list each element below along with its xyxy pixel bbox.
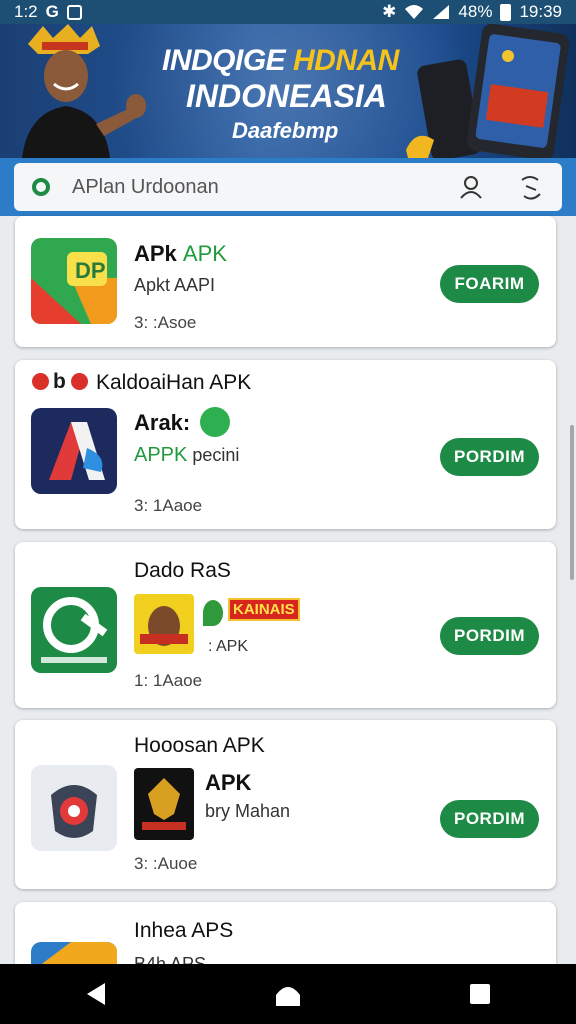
card-header: Inhea APS: [134, 919, 234, 942]
navigation-bar: [0, 964, 576, 1024]
notification-app-icon: [66, 4, 82, 20]
install-button[interactable]: PORDIM: [440, 438, 539, 476]
back-icon: [87, 983, 105, 1005]
app-icon: [31, 408, 117, 494]
apk-badge-icon: [200, 407, 230, 437]
phones-illustration: [406, 24, 570, 158]
app-icon: [31, 587, 117, 673]
app-card[interactable]: Dado RaS KAINAIS : APK 1: 1Aaoe PORDIM: [15, 542, 556, 708]
app-icon: [31, 765, 117, 851]
install-button[interactable]: PORDIM: [440, 800, 539, 838]
svg-text:DP: DP: [75, 258, 106, 283]
notification-g-icon: G: [45, 2, 59, 21]
app-meta: 1: 1Aaoe: [134, 671, 203, 690]
promo-tag: KAINAIS: [228, 598, 300, 621]
back-button[interactable]: [66, 964, 126, 1024]
home-icon: [276, 987, 300, 1006]
app-subtitle: : APK: [208, 638, 249, 655]
app-name: APK: [205, 770, 252, 795]
battery-icon: [500, 3, 512, 21]
banner-title: INDQIGE HDNAN: [162, 44, 399, 77]
home-button[interactable]: [258, 964, 318, 1024]
install-button[interactable]: PORDIM: [440, 617, 539, 655]
wifi-icon: [405, 5, 424, 19]
card-header: Hooosan APK: [134, 734, 265, 757]
app-card[interactable]: b KaldoaiHan APK Arak: APPK pecini 3: 1A…: [15, 360, 556, 529]
install-button[interactable]: FOARIM: [440, 265, 539, 303]
recents-icon: [470, 984, 490, 1004]
promo-banner[interactable]: INDQIGE HDNAN INDONEASIA Daafebmp: [0, 24, 576, 158]
status-clock: 19:39: [519, 2, 562, 21]
app-name: Arak:: [134, 410, 191, 435]
banner-subtitle: Daafebmp: [232, 118, 339, 143]
app-meta: 3: 1Aaoe: [134, 496, 203, 515]
banner-title-line2: INDONEASIA: [186, 78, 387, 114]
share-icon[interactable]: [516, 172, 546, 202]
card-header: KaldoaiHan APK: [96, 371, 252, 394]
thumbnail-image: [134, 768, 194, 840]
search-input[interactable]: APlan Urdoonan: [14, 163, 562, 211]
bluetooth-icon: ✱: [382, 2, 397, 21]
card-header: Dado RaS: [134, 559, 231, 582]
app-meta: 3: :Asoe: [134, 313, 197, 332]
battery-percent: 48%: [458, 2, 493, 21]
app-meta: 3: :Auoe: [134, 854, 198, 873]
app-subtitle: APPK pecini: [134, 444, 240, 466]
badge-icon-2: [71, 373, 88, 390]
account-icon[interactable]: [456, 172, 486, 202]
leaf-icon: [203, 600, 223, 626]
app-subtitle: bry Mahan: [205, 801, 291, 821]
presenter-illustration: [22, 24, 146, 158]
scrollbar[interactable]: [570, 425, 574, 580]
recents-button[interactable]: [450, 964, 510, 1024]
status-time-left: 1:2: [14, 2, 38, 21]
search-placeholder: APlan Urdoonan: [72, 175, 219, 198]
app-icon: DP: [31, 238, 117, 324]
search-icon: [32, 178, 50, 196]
app-name: APk APK: [134, 241, 227, 266]
app-card[interactable]: Hooosan APK APK bry Mahan 3: :Auoe PORDI…: [15, 720, 556, 889]
thumbnail-image: [134, 594, 194, 654]
status-bar: 1:2 G ✱ 48% 19:39: [0, 0, 576, 24]
badge-letter-icon: b: [53, 370, 66, 393]
app-subtitle: Apkt AAPI: [134, 275, 216, 295]
app-card[interactable]: DP APk APK Apkt AAPI 3: :Asoe FOARIM: [15, 216, 556, 347]
search-bar: APlan Urdoonan: [0, 158, 576, 216]
badge-icon: [32, 373, 49, 390]
signal-icon: [433, 5, 450, 19]
